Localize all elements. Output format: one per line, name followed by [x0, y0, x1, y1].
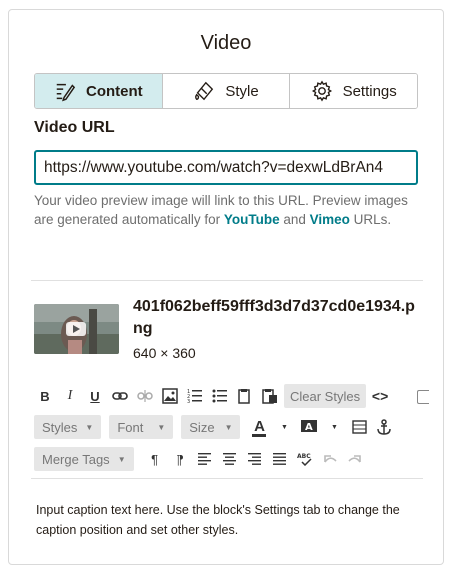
- merge-tags-dropdown-label: Merge Tags: [42, 451, 110, 467]
- panel-title: Video: [200, 32, 252, 54]
- svg-text:3: 3: [187, 399, 190, 404]
- chevron-down-icon: ▼: [224, 422, 233, 432]
- font-dropdown[interactable]: Font ▼: [109, 415, 174, 439]
- unlink-icon[interactable]: [134, 384, 156, 408]
- chevron-down-icon: ▼: [157, 422, 166, 432]
- video-preview-thumbnail[interactable]: [34, 304, 119, 354]
- clear-styles-button[interactable]: Clear Styles: [284, 384, 367, 408]
- bulleted-list-icon[interactable]: [209, 384, 231, 408]
- anchor-icon[interactable]: [373, 415, 395, 439]
- underline-button[interactable]: U: [84, 384, 106, 408]
- paste-from-word-icon[interactable]: [259, 384, 281, 408]
- paint-bucket-icon: [195, 81, 214, 101]
- numbered-list-icon[interactable]: 123: [184, 384, 206, 408]
- image-icon[interactable]: [159, 384, 181, 408]
- tab-content-label: Content: [86, 82, 143, 100]
- gear-icon: [311, 80, 332, 102]
- video-block-panel: Video Content Style Settings Video URL Y…: [8, 9, 444, 565]
- merge-tags-dropdown[interactable]: Merge Tags ▼: [34, 447, 134, 471]
- bold-button[interactable]: B: [34, 384, 56, 408]
- help-text-part: and: [279, 212, 310, 227]
- chevron-down-icon: ▼: [85, 422, 94, 432]
- link-icon[interactable]: [109, 384, 131, 408]
- paragraph-ltr-icon[interactable]: ¶: [144, 447, 166, 471]
- align-left-icon[interactable]: [194, 447, 216, 471]
- chevron-down-icon[interactable]: ▼: [273, 415, 295, 439]
- undo-icon[interactable]: [319, 447, 341, 471]
- tab-bar: Content Style Settings: [34, 73, 418, 109]
- editor-toolbar-row-1: B I U 123 Clear Styles <>: [34, 384, 394, 408]
- text-color-icon[interactable]: A: [248, 415, 270, 439]
- video-url-help-text: Your video preview image will link to th…: [34, 191, 418, 229]
- tab-settings[interactable]: Settings: [290, 74, 417, 108]
- font-dropdown-label: Font: [117, 419, 144, 435]
- editor-toolbar-row-2: Styles ▼ Font ▼ Size ▼ A ▼ A ▼: [34, 415, 398, 439]
- tab-style-label: Style: [225, 82, 259, 100]
- paragraph-rtl-icon[interactable]: ¶: [169, 447, 191, 471]
- background-color-icon[interactable]: A: [298, 415, 320, 439]
- paste-icon[interactable]: [234, 384, 256, 408]
- redo-icon[interactable]: [344, 447, 366, 471]
- divider: [31, 280, 423, 281]
- spellcheck-icon[interactable]: ABC: [294, 447, 316, 471]
- toolbar-overflow-icon[interactable]: [417, 390, 429, 404]
- svg-text:A: A: [305, 422, 313, 433]
- italic-button[interactable]: I: [59, 384, 81, 408]
- vimeo-link[interactable]: Vimeo: [310, 212, 350, 227]
- align-center-icon[interactable]: [219, 447, 241, 471]
- chevron-down-icon: ▼: [117, 454, 126, 464]
- styles-dropdown-label: Styles: [42, 419, 78, 435]
- styles-dropdown[interactable]: Styles ▼: [34, 415, 102, 439]
- chevron-down-icon[interactable]: ▼: [323, 415, 345, 439]
- video-url-input[interactable]: [34, 150, 418, 185]
- edit-icon: [56, 83, 76, 102]
- source-code-icon[interactable]: <>: [369, 384, 391, 408]
- image-filename: 401f062beff59fff3d3d7d37cd0e1934.png: [133, 298, 415, 337]
- tab-settings-label: Settings: [342, 82, 397, 100]
- align-justify-icon[interactable]: [269, 447, 291, 471]
- image-dimensions: 640 × 360: [133, 345, 196, 361]
- size-dropdown[interactable]: Size ▼: [181, 415, 241, 439]
- tab-style[interactable]: Style: [162, 74, 291, 108]
- editor-toolbar-row-3: Merge Tags ▼ ¶ ¶ ABC: [34, 447, 369, 471]
- play-icon: [66, 322, 86, 336]
- tab-content[interactable]: Content: [35, 74, 163, 108]
- caption-text[interactable]: Input caption text here. Use the block's…: [36, 500, 426, 540]
- divider: [31, 478, 423, 479]
- video-url-label: Video URL: [34, 119, 115, 136]
- table-icon[interactable]: [348, 415, 370, 439]
- size-dropdown-label: Size: [189, 419, 215, 435]
- help-text-part: URLs.: [349, 212, 392, 227]
- align-right-icon[interactable]: [244, 447, 266, 471]
- svg-text:ABC: ABC: [297, 453, 311, 460]
- youtube-link[interactable]: YouTube: [224, 212, 280, 227]
